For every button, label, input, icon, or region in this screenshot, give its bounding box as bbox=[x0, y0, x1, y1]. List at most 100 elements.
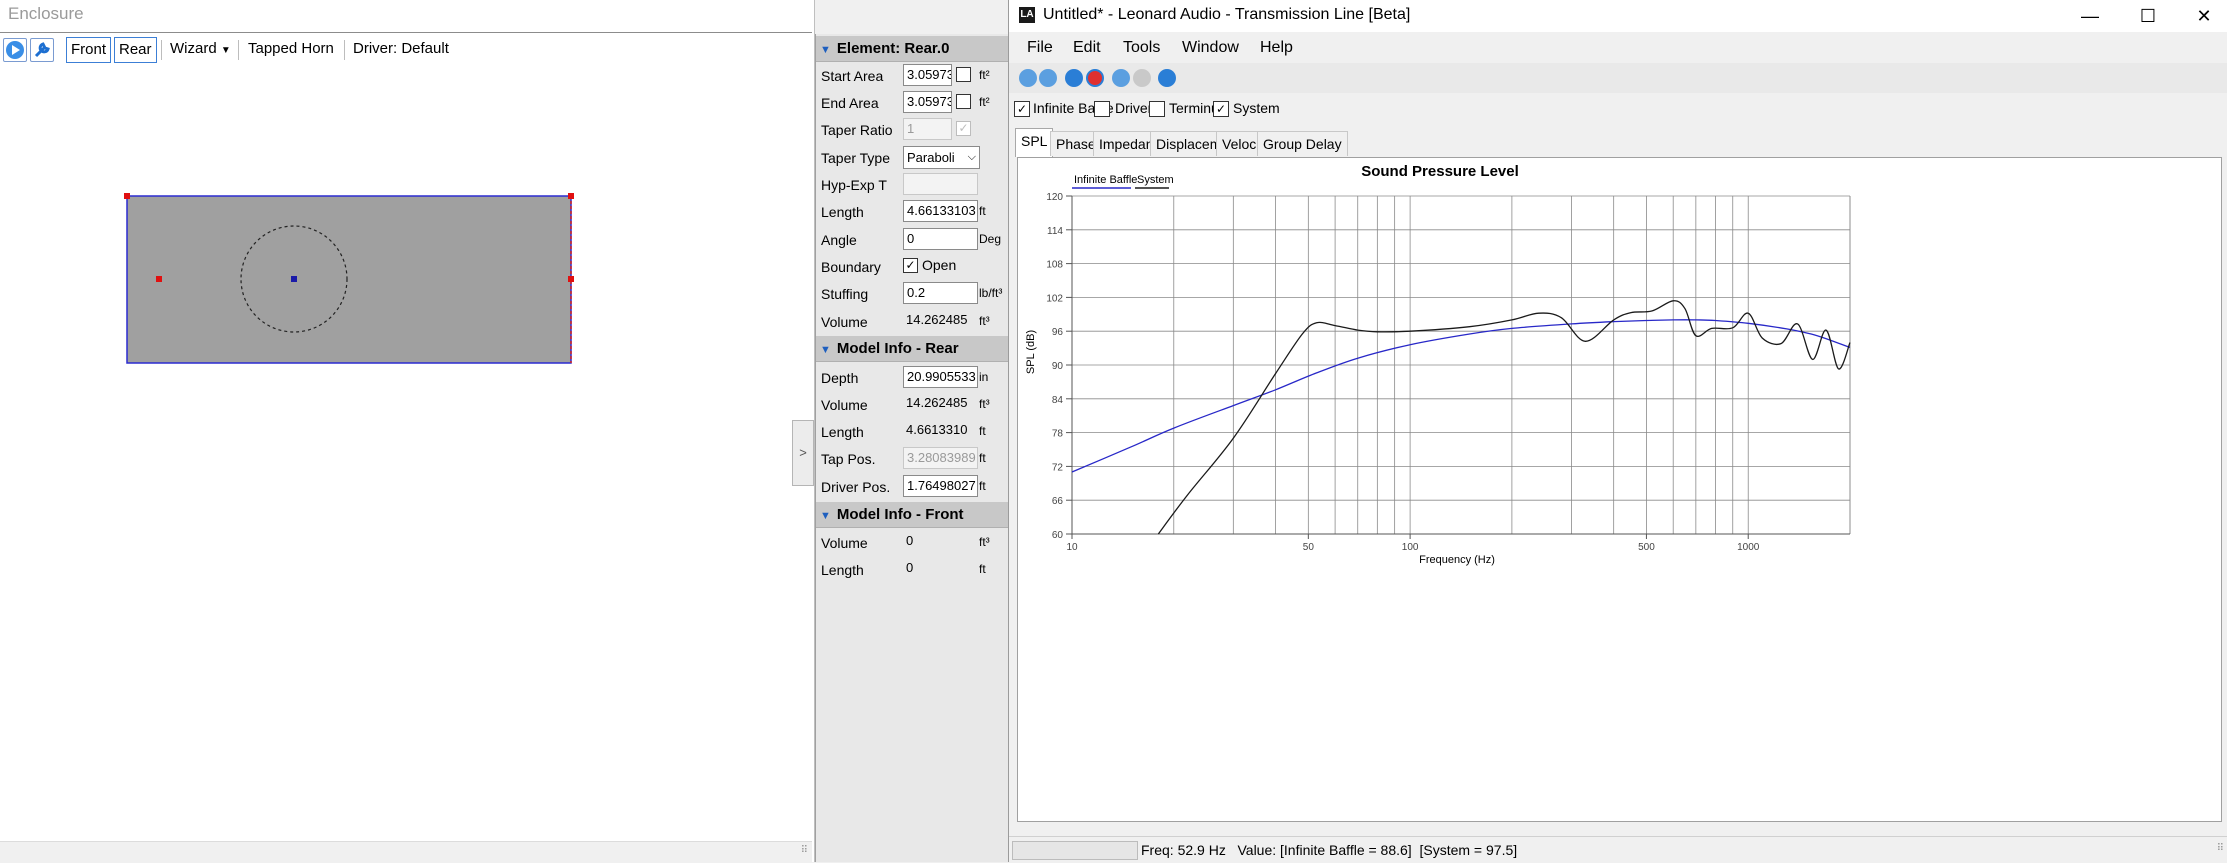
angle-input[interactable]: 0 bbox=[903, 228, 978, 250]
front-volume-label: Volume bbox=[821, 535, 868, 551]
end-area-label: End Area bbox=[821, 95, 879, 111]
menu-file[interactable]: File bbox=[1027, 39, 1053, 57]
angle-label: Angle bbox=[821, 232, 857, 248]
rear-volume-label: Volume bbox=[821, 397, 868, 413]
spl-chart-panel[interactable]: 60 66 72 78 84 90 96 102 108 114 120 10 50 100 500 100… bbox=[1017, 157, 2222, 822]
tapped-horn-button[interactable]: Tapped Horn bbox=[244, 37, 338, 61]
new-icon[interactable] bbox=[1019, 69, 1037, 87]
x-axis-label: Frequency (Hz) bbox=[1419, 554, 1495, 566]
tab-strip: SPL Phase Impedance Displacement Velocit… bbox=[1015, 128, 2225, 158]
rear-volume-value: 14.262485 bbox=[906, 395, 968, 410]
enclosure-statusbar: ⠿ bbox=[0, 841, 812, 863]
series-toggles: ✓ Infinite Baffle Driver Terminus ✓ Syst… bbox=[1009, 95, 2227, 123]
end-area-input[interactable]: 3.05973 bbox=[903, 91, 952, 113]
legend-system[interactable]: System bbox=[1137, 174, 1174, 186]
record-icon[interactable] bbox=[1086, 69, 1104, 87]
taper-type-select[interactable]: Paraboli ⌵ bbox=[903, 146, 980, 169]
stuffing-input[interactable]: 0.2 bbox=[903, 282, 978, 304]
play-icon[interactable] bbox=[1158, 69, 1176, 87]
front-button[interactable]: Front bbox=[66, 37, 112, 63]
y-tick-label: 60 bbox=[1052, 530, 1064, 541]
status-bar: Freq: 52.9 Hz Value: [Infinite Baffle = … bbox=[1009, 836, 2227, 863]
record-blue-icon[interactable] bbox=[1065, 69, 1083, 87]
volume-value: 14.262485 bbox=[906, 312, 968, 327]
element-header-label: Element: Rear.0 bbox=[836, 40, 950, 57]
chart-legend: Infinite Baffle System bbox=[1072, 174, 1174, 189]
wizard-dropdown[interactable]: Wizard ▼ bbox=[166, 37, 235, 61]
length-input[interactable]: 4.66133103 bbox=[903, 200, 978, 222]
front-length-label: Length bbox=[821, 562, 864, 578]
enclosure-box[interactable] bbox=[126, 195, 572, 364]
resize-handle[interactable] bbox=[568, 276, 574, 282]
y-tick-label: 102 bbox=[1046, 293, 1063, 304]
x-tick-label: 10 bbox=[1066, 542, 1078, 553]
taper-type-row: Taper Type Paraboli ⌵ bbox=[821, 146, 1008, 170]
start-area-input[interactable]: 3.05973 bbox=[903, 64, 952, 86]
volume-label: Volume bbox=[821, 314, 868, 330]
enclosure-canvas[interactable] bbox=[0, 67, 812, 841]
model-rear-section-header[interactable]: ▼ Model Info - Rear bbox=[816, 336, 1008, 362]
main-toolbar bbox=[1009, 63, 2227, 93]
y-tick-label: 96 bbox=[1052, 327, 1064, 338]
infinite-baffle-checkbox[interactable]: ✓ bbox=[1014, 101, 1030, 117]
forward-icon bbox=[1133, 69, 1151, 87]
model-front-section-header[interactable]: ▼ Model Info - Front bbox=[816, 502, 1008, 528]
back-icon[interactable] bbox=[1112, 69, 1130, 87]
boundary-label: Boundary bbox=[821, 259, 881, 275]
driver-checkbox[interactable] bbox=[1094, 101, 1110, 117]
menu-help[interactable]: Help bbox=[1260, 39, 1293, 57]
start-area-unit: ft² bbox=[979, 68, 990, 82]
open-icon[interactable] bbox=[1039, 69, 1057, 87]
driver-pos-input[interactable]: 1.76498027 bbox=[903, 475, 978, 497]
play-icon[interactable] bbox=[3, 38, 27, 62]
y-tick-label: 66 bbox=[1052, 496, 1064, 507]
infinite-baffle-curve bbox=[1071, 319, 1851, 473]
boundary-open-checkbox[interactable]: ✓ bbox=[903, 258, 918, 273]
legend-infinite-baffle[interactable]: Infinite Baffle bbox=[1074, 174, 1137, 186]
y-tick-label: 72 bbox=[1052, 462, 1064, 473]
tab-group-delay[interactable]: Group Delay bbox=[1257, 131, 1348, 156]
driver-pos-unit: ft bbox=[979, 479, 986, 493]
minimize-icon[interactable]: — bbox=[2061, 0, 2119, 32]
terminus-checkbox[interactable] bbox=[1149, 101, 1165, 117]
status-readout: Freq: 52.9 Hz Value: [Infinite Baffle = … bbox=[1141, 842, 1518, 858]
collapse-panel-button[interactable]: > bbox=[792, 420, 814, 486]
rear-volume-unit: ft³ bbox=[979, 397, 990, 411]
rear-volume-row: Volume 14.262485 ft³ bbox=[821, 393, 1008, 417]
close-icon[interactable]: ✕ bbox=[2175, 0, 2227, 32]
tap-pos-unit: ft bbox=[979, 451, 986, 465]
tab-spl[interactable]: SPL bbox=[1015, 128, 1054, 157]
enclosure-drawing bbox=[124, 193, 574, 364]
tap-handle[interactable] bbox=[156, 276, 162, 282]
toolbar-separator bbox=[344, 40, 345, 60]
x-tick-label: 500 bbox=[1638, 542, 1655, 553]
chart-grid bbox=[1071, 195, 1851, 535]
volume-unit: ft³ bbox=[979, 314, 990, 328]
tap-pos-row: Tap Pos. 3.28083989 ft bbox=[821, 447, 1008, 471]
wrench-icon[interactable] bbox=[30, 38, 54, 62]
hyp-exp-row: Hyp-Exp T bbox=[821, 173, 1008, 197]
menu-tools[interactable]: Tools bbox=[1123, 39, 1160, 57]
menu-edit[interactable]: Edit bbox=[1073, 39, 1101, 57]
maximize-icon[interactable]: ☐ bbox=[2119, 0, 2177, 32]
element-section-header[interactable]: ▼ Element: Rear.0 bbox=[816, 36, 1008, 62]
front-volume-row: Volume 0 ft³ bbox=[821, 531, 1008, 555]
app-logo: LA bbox=[1019, 7, 1035, 23]
rear-length-value: 4.6613310 bbox=[906, 422, 968, 437]
rear-length-row: Length 4.6613310 ft bbox=[821, 420, 1008, 444]
resize-grip-icon[interactable]: ⠿ bbox=[801, 845, 808, 856]
driver-button[interactable]: Driver: Default bbox=[349, 37, 453, 61]
y-tick-label: 84 bbox=[1052, 395, 1064, 406]
end-area-checkbox[interactable] bbox=[956, 94, 971, 109]
resize-handle[interactable] bbox=[568, 193, 574, 199]
driver-center-handle[interactable] bbox=[291, 276, 297, 282]
system-checkbox[interactable]: ✓ bbox=[1213, 101, 1229, 117]
depth-input[interactable]: 20.9905533 bbox=[903, 366, 978, 388]
front-volume-unit: ft³ bbox=[979, 535, 990, 549]
rear-button[interactable]: Rear bbox=[114, 37, 157, 63]
main-window: LA Untitled* - Leonard Audio - Transmiss… bbox=[1008, 0, 2227, 863]
resize-grip-icon[interactable]: ⠿ bbox=[2217, 843, 2224, 854]
resize-handle[interactable] bbox=[124, 193, 130, 199]
menu-window[interactable]: Window bbox=[1182, 39, 1239, 57]
start-area-checkbox[interactable] bbox=[956, 67, 971, 82]
